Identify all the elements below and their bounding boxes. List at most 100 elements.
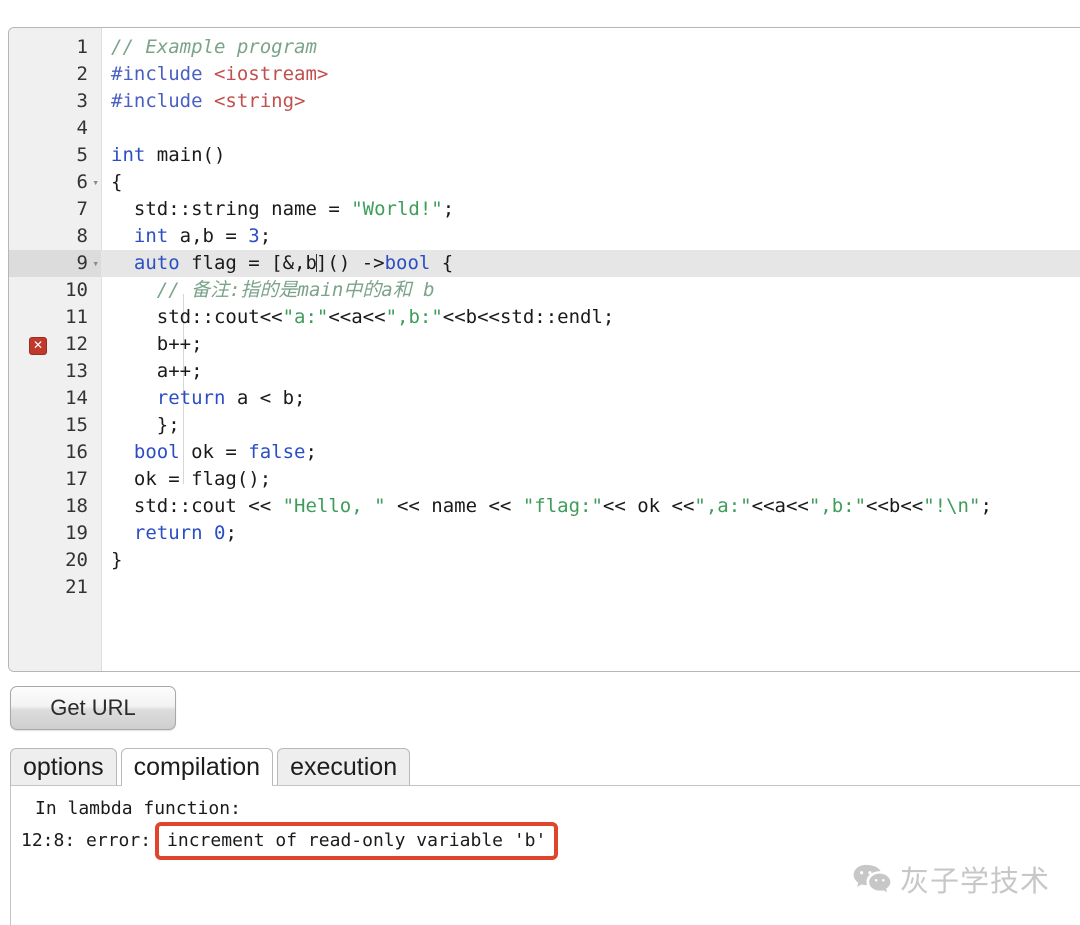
- code-token: a++;: [111, 360, 203, 382]
- code-token: return: [156, 387, 226, 409]
- code-token: b++;: [111, 333, 203, 355]
- tab-execution[interactable]: execution: [277, 748, 411, 785]
- code-token: ok = flag();: [111, 468, 272, 490]
- code-token: ;: [225, 522, 237, 544]
- code-token: false: [248, 441, 306, 463]
- line-number: 17: [65, 468, 88, 490]
- code-token: #include: [111, 90, 203, 112]
- code-text: auto flag = [&,b]() ->bool {: [101, 250, 453, 277]
- code-token: <iostream>: [213, 63, 329, 85]
- code-line[interactable]: 21: [9, 574, 1080, 601]
- line-number: 16: [65, 441, 88, 463]
- code-token: std::cout<<: [111, 306, 283, 328]
- code-line[interactable]: 5 int main(): [9, 142, 1080, 169]
- code-line[interactable]: 16 bool ok = false;: [9, 439, 1080, 466]
- code-token: ",b:": [808, 495, 867, 517]
- code-token: 0: [213, 522, 226, 544]
- code-line[interactable]: 4: [9, 115, 1080, 142]
- error-message-highlight-box: increment of read-only variable 'b': [155, 822, 559, 860]
- code-token: ok =: [179, 441, 249, 463]
- code-token: <<b<<: [866, 495, 924, 517]
- code-line[interactable]: 9 ▾ auto flag = [&,b]() ->bool {: [9, 250, 1080, 277]
- line-number: 20: [65, 549, 88, 571]
- code-line[interactable]: 1 // Example program: [9, 34, 1080, 61]
- code-token: ;: [305, 441, 317, 463]
- line-number: 13: [65, 360, 88, 382]
- code-token: << ok <<: [602, 495, 695, 517]
- code-token: "Hello, ": [282, 495, 386, 517]
- code-token: };: [111, 414, 180, 436]
- tab-compilation[interactable]: compilation: [120, 748, 274, 786]
- fold-toggle-icon[interactable]: ▾: [92, 169, 99, 196]
- code-token: main(): [145, 144, 226, 166]
- code-token: 3: [248, 225, 260, 247]
- line-number: 7: [76, 198, 88, 220]
- code-text: {: [101, 169, 122, 196]
- code-line[interactable]: 18 std::cout << "Hello, " << name << "fl…: [9, 493, 1080, 520]
- code-token: {: [430, 252, 454, 274]
- output-tabs[interactable]: options compilation execution: [10, 748, 1080, 786]
- code-line[interactable]: 10 // 备注:指的是main中的a和 b: [9, 277, 1080, 304]
- code-line[interactable]: 2 #include <iostream>: [9, 61, 1080, 88]
- code-text: std::string name = "World!";: [101, 196, 454, 223]
- code-text: return 0;: [101, 520, 237, 547]
- line-number: 2: [76, 63, 88, 85]
- line-number: 19: [65, 522, 88, 544]
- code-token: {: [111, 171, 123, 193]
- code-token: ",a:": [694, 495, 752, 517]
- line-number: 21: [65, 576, 88, 598]
- code-token: // Example program: [111, 36, 317, 58]
- fold-toggle-icon[interactable]: ▾: [92, 250, 99, 277]
- line-number: 4: [76, 117, 88, 139]
- code-token: }: [111, 549, 123, 571]
- tab-options[interactable]: options: [10, 748, 117, 785]
- code-text: bool ok = false;: [101, 439, 317, 466]
- code-line[interactable]: 6 ▾ {: [9, 169, 1080, 196]
- code-content-area[interactable]: 1// Example program 2 #include <iostream> 3…: [9, 28, 1080, 601]
- code-line[interactable]: 11 std::cout<<"a:"<<a<<",b:"<<b<<std::en…: [9, 304, 1080, 331]
- error-marker-icon[interactable]: ✕: [29, 337, 47, 355]
- code-token: ;: [259, 225, 272, 247]
- code-line[interactable]: 3 #include <string>: [9, 88, 1080, 115]
- code-line[interactable]: 7 std::string name = "World!";: [9, 196, 1080, 223]
- line-number: 18: [65, 495, 88, 517]
- code-token: ;: [442, 198, 455, 220]
- code-line[interactable]: ✕ 12 b++;: [9, 331, 1080, 358]
- code-text: return a < b;: [101, 385, 306, 412]
- line-number: 8: [76, 225, 88, 247]
- line-number: 6 ▾: [9, 169, 101, 196]
- line-number: 9 ▾: [9, 250, 101, 277]
- code-token: bool: [384, 252, 431, 274]
- code-token: int: [133, 225, 169, 247]
- code-line[interactable]: 15 };: [9, 412, 1080, 439]
- code-editor-inner: 1// Example program 2 #include <iostream> 3…: [9, 28, 1080, 671]
- code-text: #include <string>: [101, 88, 305, 115]
- code-text: b++;: [101, 331, 203, 358]
- get-url-button[interactable]: Get URL: [10, 686, 176, 730]
- code-line[interactable]: 8 int a,b = 3;: [9, 223, 1080, 250]
- code-token: a < b;: [225, 387, 306, 409]
- code-line[interactable]: 20}: [9, 547, 1080, 574]
- line-number: 3: [76, 90, 88, 112]
- code-line[interactable]: 19 return 0;: [9, 520, 1080, 547]
- code-token: auto: [133, 252, 180, 274]
- tab-label: options: [23, 752, 104, 781]
- code-token: "!\n": [923, 495, 981, 517]
- tab-label: execution: [290, 752, 398, 781]
- code-token: <<a<<: [751, 495, 809, 517]
- code-line[interactable]: 14 return a < b;: [9, 385, 1080, 412]
- code-line[interactable]: 13 a++;: [9, 358, 1080, 385]
- code-editor-panel[interactable]: 1// Example program 2 #include <iostream> 3…: [8, 27, 1080, 672]
- code-token: << name <<: [385, 495, 523, 517]
- code-token: ",b:": [385, 306, 443, 328]
- code-line[interactable]: 17 ok = flag();: [9, 466, 1080, 493]
- line-number: 15: [65, 414, 88, 436]
- code-text: // 备注:指的是main中的a和 b: [101, 277, 435, 304]
